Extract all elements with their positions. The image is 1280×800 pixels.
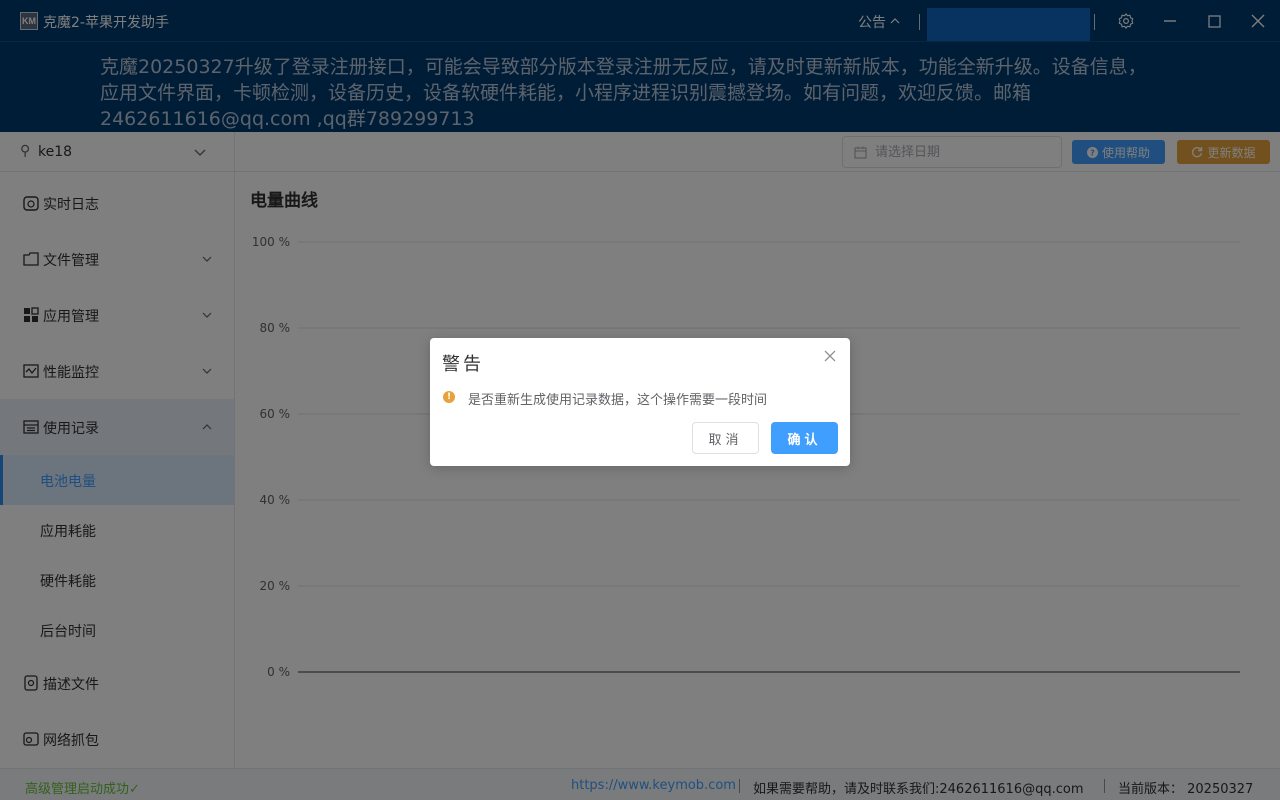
confirm-button[interactable]: 确认 <box>771 422 838 454</box>
warning-dialog: 警告 ! 是否重新生成使用记录数据，这个操作需要一段时间 取消 确认 <box>430 338 850 466</box>
close-icon[interactable] <box>822 348 838 364</box>
dialog-title: 警告 <box>442 354 484 375</box>
warning-icon: ! <box>443 391 455 403</box>
cancel-button[interactable]: 取消 <box>692 422 759 454</box>
dialog-message: 是否重新生成使用记录数据，这个操作需要一段时间 <box>468 393 768 408</box>
